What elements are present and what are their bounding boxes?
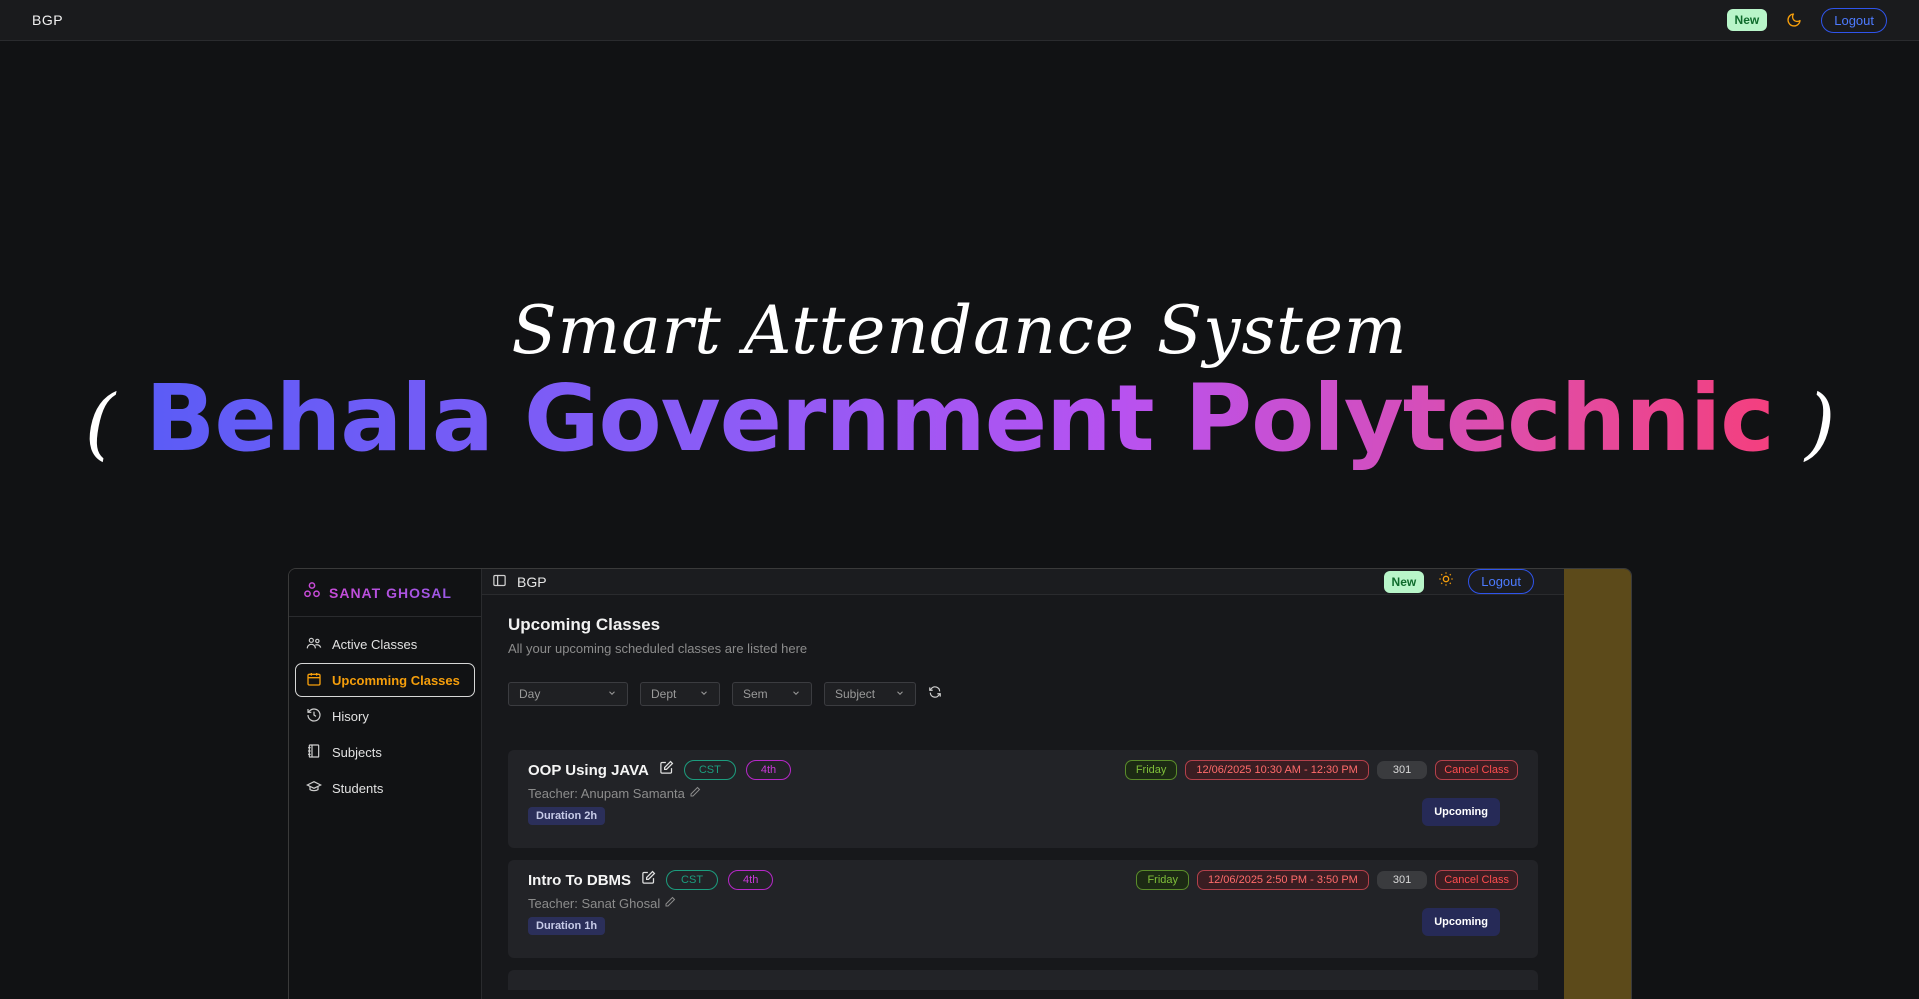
content-area: Upcoming Classes All your upcoming sched… (482, 595, 1564, 999)
refresh-icon[interactable] (928, 685, 942, 704)
sidebar: SANAT GHOSAL Active Classes Upcomming Cl… (289, 569, 482, 999)
day-tag: Friday (1136, 870, 1189, 890)
cancel-class-button[interactable]: Cancel Class (1435, 760, 1518, 780)
pencil-icon[interactable] (664, 896, 676, 911)
cancel-class-button[interactable]: Cancel Class (1435, 870, 1518, 890)
brand-link[interactable]: BGP (32, 12, 63, 28)
chevron-down-icon (895, 687, 905, 701)
sem-select[interactable]: Sem (732, 682, 812, 706)
hero-bracket-open: ( (84, 379, 115, 469)
hero-bracket-close: ) (1804, 379, 1835, 469)
edit-icon[interactable] (659, 760, 674, 780)
top-navbar: BGP New Logout (0, 0, 1919, 41)
filters-bar: Day Dept Sem Subject (508, 682, 1538, 706)
app-preview: SANAT GHOSAL Active Classes Upcomming Cl… (288, 568, 1632, 999)
calendar-icon (306, 671, 322, 690)
chevron-down-icon (791, 687, 801, 701)
subject-select-value: Subject (835, 687, 876, 701)
dept-pill: CST (683, 760, 736, 780)
sun-icon[interactable] (1438, 571, 1454, 592)
sidebar-item-label: Subjects (332, 744, 382, 760)
users-icon (306, 635, 322, 654)
day-tag: Friday (1124, 760, 1178, 780)
class-card-partial (508, 970, 1538, 990)
dept-select-value: Dept (651, 687, 677, 701)
class-card-info: Intro To DBMS CST 4th (528, 870, 774, 890)
chevron-down-icon (607, 687, 617, 701)
book-icon (306, 743, 322, 762)
sidebar-item-upcoming-classes[interactable]: Upcomming Classes (295, 663, 475, 697)
sidebar-header: SANAT GHOSAL (289, 579, 481, 617)
main-panel: BGP New Logout Upcoming Classes All your… (482, 569, 1564, 999)
teacher-name: Teacher: Sanat Ghosal (528, 896, 661, 911)
sidebar-item-history[interactable]: Hisory (295, 699, 475, 733)
hero-title: ( Behala Government Polytechnic ) (0, 368, 1919, 469)
hero-title-text: Behala Government Polytechnic (145, 365, 1775, 472)
sidebar-item-label: Active Classes (332, 636, 418, 652)
teacher-row: Teacher: Sanat Ghosal (528, 896, 1518, 911)
inner-topbar-actions: New Logout (1383, 569, 1534, 594)
teacher-row: Teacher: Anupam Samanta (528, 786, 1518, 801)
subject-select[interactable]: Subject (824, 682, 916, 706)
inner-topbar-left: BGP (492, 573, 547, 591)
chevron-down-icon (699, 687, 709, 701)
sidebar-item-label: Students (332, 780, 384, 796)
class-card-tags: Friday 12/06/2025 10:30 AM - 12:30 PM 30… (1124, 760, 1518, 780)
teacher-name: Teacher: Anupam Samanta (528, 786, 685, 801)
sem-select-value: Sem (743, 687, 768, 701)
page-subtitle: All your upcoming scheduled classes are … (508, 641, 808, 656)
moon-icon[interactable] (1783, 9, 1805, 31)
history-icon (306, 707, 322, 726)
status-badge: Upcoming (1422, 908, 1500, 936)
duration-badge: Duration 2h (528, 807, 606, 825)
new-badge: New (1726, 9, 1768, 31)
navbar-actions: New Logout (1726, 7, 1887, 33)
hero-subtitle: Smart Attendance System (511, 292, 1408, 369)
dept-select[interactable]: Dept (640, 682, 720, 706)
pencil-icon[interactable] (689, 786, 701, 801)
sem-pill: 4th (745, 760, 792, 780)
page-title: Upcoming Classes (508, 615, 661, 634)
datetime-tag: 12/06/2025 10:30 AM - 12:30 PM (1185, 760, 1369, 780)
logo-icon (303, 581, 321, 604)
sidebar-item-active-classes[interactable]: Active Classes (295, 627, 475, 661)
logout-button[interactable]: Logout (1821, 7, 1887, 33)
room-tag: 301 (1376, 761, 1428, 779)
graduation-cap-icon (305, 779, 323, 798)
day-select[interactable]: Day (508, 682, 628, 706)
sidebar-item-subjects[interactable]: Subjects (295, 735, 475, 769)
inner-new-badge: New (1383, 570, 1425, 593)
class-card-header: OOP Using JAVA CST 4th Friday 12/06/2025… (528, 760, 1518, 780)
edit-icon[interactable] (641, 870, 656, 890)
side-pane (1564, 569, 1631, 999)
inner-brand[interactable]: BGP (517, 574, 547, 590)
class-card-info: OOP Using JAVA CST 4th (528, 760, 792, 780)
datetime-tag: 12/06/2025 2:50 PM - 3:50 PM (1197, 870, 1369, 890)
sidebar-item-students[interactable]: Students (295, 771, 475, 805)
class-card-tags: Friday 12/06/2025 2:50 PM - 3:50 PM 301 … (1136, 870, 1518, 890)
sidebar-toggle-icon[interactable] (492, 573, 507, 591)
user-name: SANAT GHOSAL (329, 584, 452, 601)
sidebar-item-label: Upcomming Classes (332, 672, 460, 688)
class-card: OOP Using JAVA CST 4th Friday 12/06/2025… (508, 750, 1538, 848)
class-card: Intro To DBMS CST 4th Friday 12/06/2025 … (508, 860, 1538, 958)
class-card-header: Intro To DBMS CST 4th Friday 12/06/2025 … (528, 870, 1518, 890)
inner-logout-button[interactable]: Logout (1468, 569, 1534, 594)
sidebar-item-label: Hisory (332, 708, 369, 724)
duration-badge: Duration 1h (528, 917, 606, 935)
status-badge: Upcoming (1422, 798, 1500, 826)
class-title: OOP Using JAVA (528, 761, 649, 779)
dept-pill: CST (666, 870, 719, 890)
sem-pill: 4th (728, 870, 774, 890)
class-title: Intro To DBMS (528, 871, 632, 889)
inner-topbar: BGP New Logout (482, 569, 1564, 595)
day-select-value: Day (519, 687, 541, 701)
room-tag: 301 (1376, 871, 1428, 889)
